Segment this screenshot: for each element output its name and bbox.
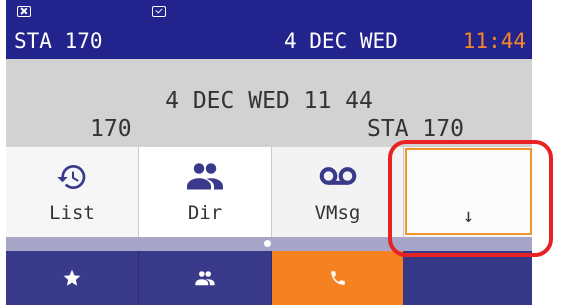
tab-phone[interactable] (272, 251, 403, 305)
contacts-icon (195, 271, 215, 286)
status-bar: STA 170 4 DEC WED 11:44 (6, 0, 532, 59)
history-icon (57, 165, 86, 189)
info-datetime: 4 DEC WED 11 44 (165, 88, 373, 114)
bottom-tab-bar (6, 251, 532, 305)
info-number: 170 (90, 116, 132, 142)
softkey-vmsg[interactable]: VMsg (272, 147, 403, 237)
missed-call-icon (17, 6, 31, 17)
softkey-dir[interactable]: Dir (139, 147, 271, 237)
info-panel: 4 DEC WED 11 44 170 STA 170 (6, 59, 532, 147)
tab-favorites[interactable] (6, 251, 138, 305)
message-check-icon (152, 6, 166, 17)
highlight-annotation (388, 140, 553, 257)
softkey-vmsg-label: VMsg (314, 202, 361, 224)
star-icon (63, 269, 81, 286)
voicemail-icon (319, 167, 356, 185)
softkey-list-label: List (49, 202, 95, 224)
tab-empty[interactable] (404, 251, 532, 305)
softkey-dir-label: Dir (187, 202, 223, 224)
page-dot (264, 240, 271, 247)
status-time: 11:44 (462, 29, 526, 53)
softkey-list[interactable]: List (6, 147, 138, 237)
info-station: STA 170 (367, 116, 464, 142)
people-icon (187, 163, 223, 190)
tab-contacts[interactable] (139, 251, 271, 305)
status-date: 4 DEC WED (284, 29, 398, 53)
phone-icon (331, 271, 345, 285)
station-name: STA 170 (14, 29, 103, 53)
